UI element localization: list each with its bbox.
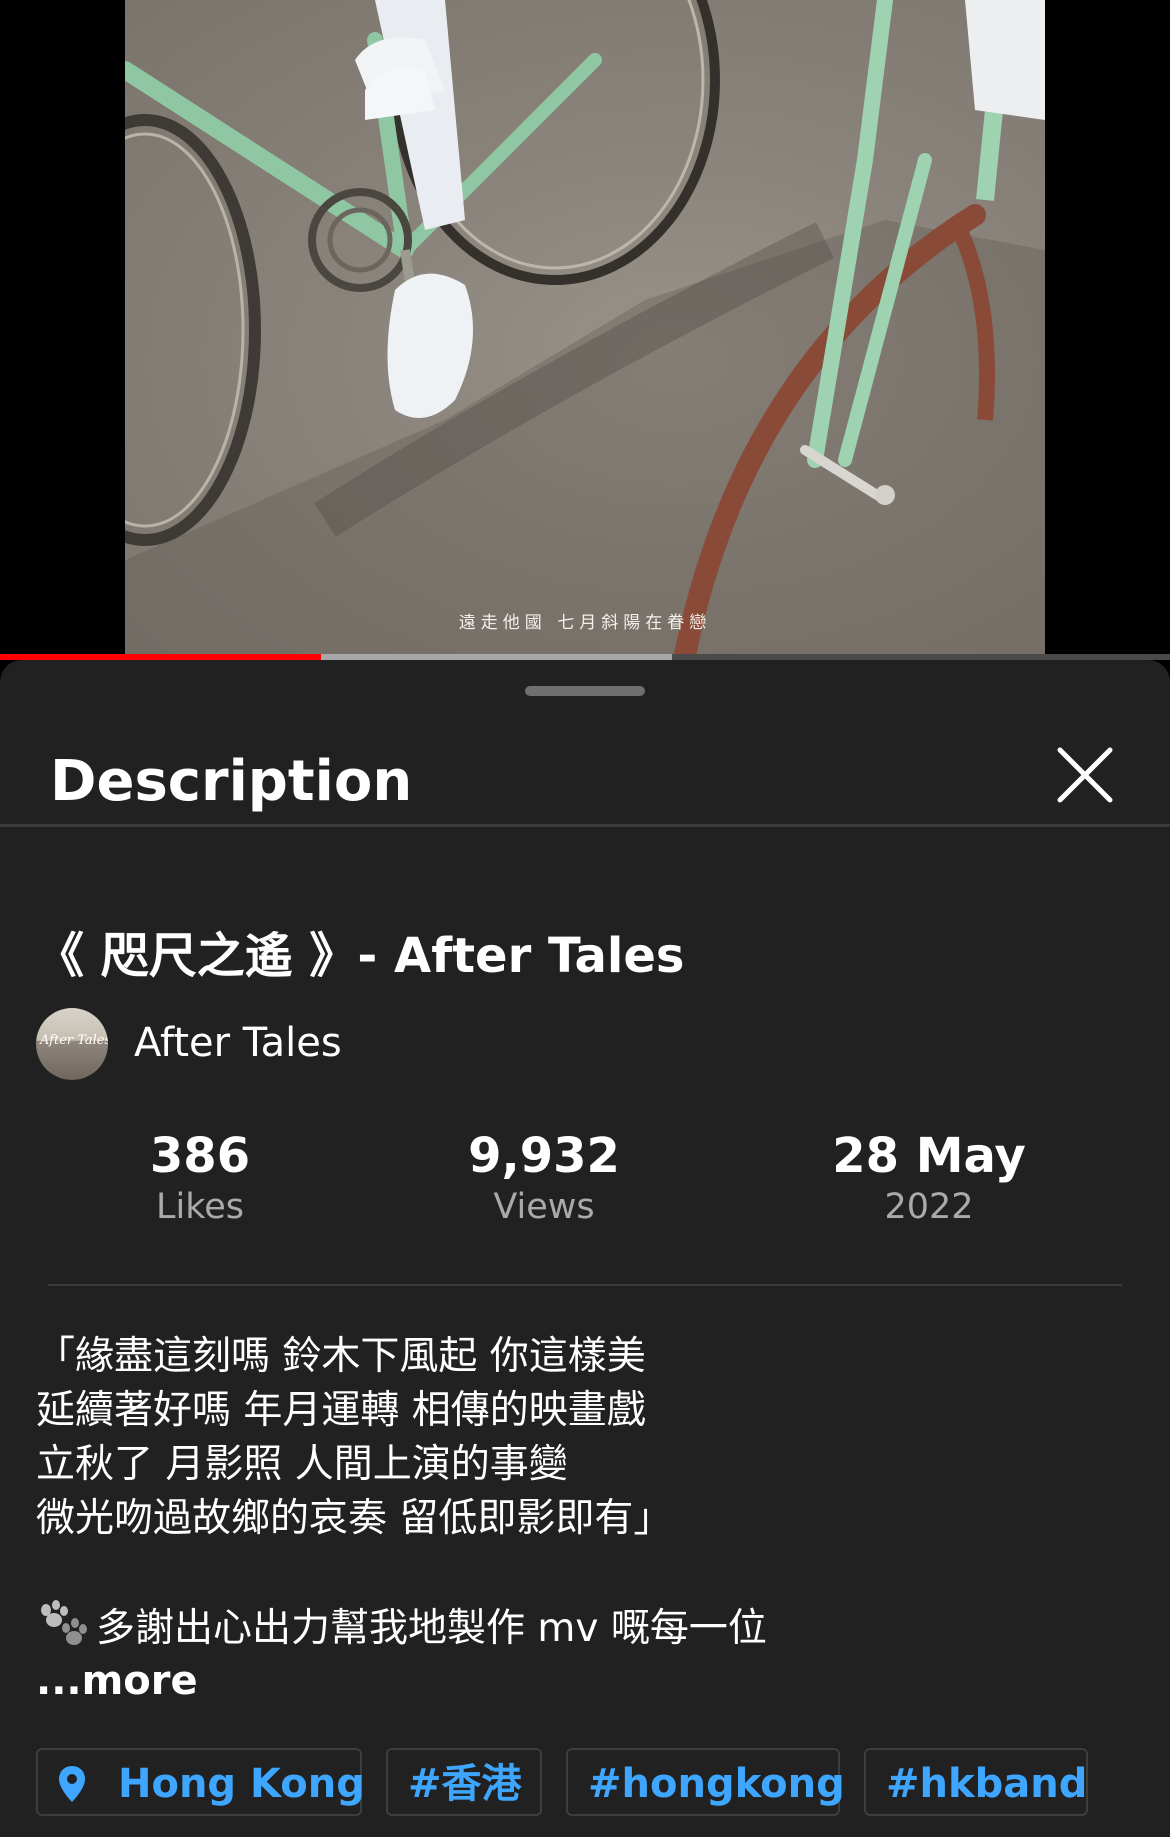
description-text: 「緣盡這刻嗎 鈴木下風起 你這樣美 延續著好嗎 年月運轉 相傳的映畫戲 立秋了 … <box>36 1330 1136 1654</box>
publish-year: 2022 <box>884 1186 974 1227</box>
channel-avatar[interactable]: After Tales <box>36 1008 108 1080</box>
hashtag-label: #香港 <box>408 1761 522 1807</box>
likes-count: 386 <box>149 1128 251 1184</box>
drag-handle[interactable] <box>525 686 645 696</box>
channel-name[interactable]: After Tales <box>134 1020 342 1066</box>
sheet-header: Description <box>0 720 1170 827</box>
video-frame[interactable]: 遠走他國 七月斜陽在眷戀 <box>125 0 1045 655</box>
video-scene-illustration <box>125 0 1045 655</box>
location-pin-icon <box>59 1766 85 1802</box>
publish-date: 28 May <box>832 1128 1026 1184</box>
hashtag-chip[interactable]: #hkband <box>864 1748 1088 1816</box>
close-icon <box>1057 747 1113 803</box>
description-line: 立秋了 月影照 人間上演的事變 <box>36 1442 568 1487</box>
description-sheet: Description 《 咫尺之遙 》- After Tales After … <box>0 660 1170 1837</box>
close-button[interactable] <box>1050 740 1120 810</box>
location-chip-label: Hong Kong <box>118 1761 365 1807</box>
likes-label: Likes <box>155 1186 244 1227</box>
show-more-button[interactable]: ...more <box>36 1658 198 1704</box>
video-player[interactable]: 遠走他國 七月斜陽在眷戀 <box>0 0 1170 660</box>
hashtag-chip[interactable]: #香港 <box>386 1748 542 1816</box>
paw-prints-icon <box>36 1600 96 1661</box>
views-stat: 9,932 Views <box>394 1130 694 1227</box>
description-line: 微光吻過故鄉的哀奏 留低即影即有」 <box>36 1496 673 1541</box>
description-credit-line: 多謝出心出力幫我地製作 mv 嘅每一位 <box>36 1600 1136 1654</box>
description-line: 「緣盡這刻嗎 鈴木下風起 你這樣美 <box>36 1334 646 1379</box>
channel-row[interactable]: After Tales After Tales <box>36 1008 636 1080</box>
hashtag-label: #hkband <box>886 1761 1088 1807</box>
video-subtitle: 遠走他國 七月斜陽在眷戀 <box>458 613 712 633</box>
date-stat: 28 May 2022 <box>779 1130 1079 1227</box>
hashtag-chip[interactable]: #hongkong <box>566 1748 845 1816</box>
views-count: 9,932 <box>468 1128 620 1184</box>
avatar-logo-text: After Tales <box>40 1033 108 1048</box>
video-title: 《 咫尺之遙 》- After Tales <box>36 928 685 984</box>
stats-divider <box>48 1284 1122 1286</box>
description-line: 延續著好嗎 年月運轉 相傳的映畫戲 <box>36 1388 646 1433</box>
sheet-title: Description <box>50 749 413 814</box>
views-label: Views <box>493 1186 595 1227</box>
hashtag-label: #hongkong <box>588 1761 845 1807</box>
tag-chips: Hong Kong #香港 #hongkong #hkband <box>36 1748 1136 1820</box>
location-chip[interactable]: Hong Kong <box>36 1748 365 1816</box>
credit-text: 多謝出心出力幫我地製作 mv 嘅每一位 <box>96 1606 767 1651</box>
likes-stat: 386 Likes <box>50 1130 350 1227</box>
